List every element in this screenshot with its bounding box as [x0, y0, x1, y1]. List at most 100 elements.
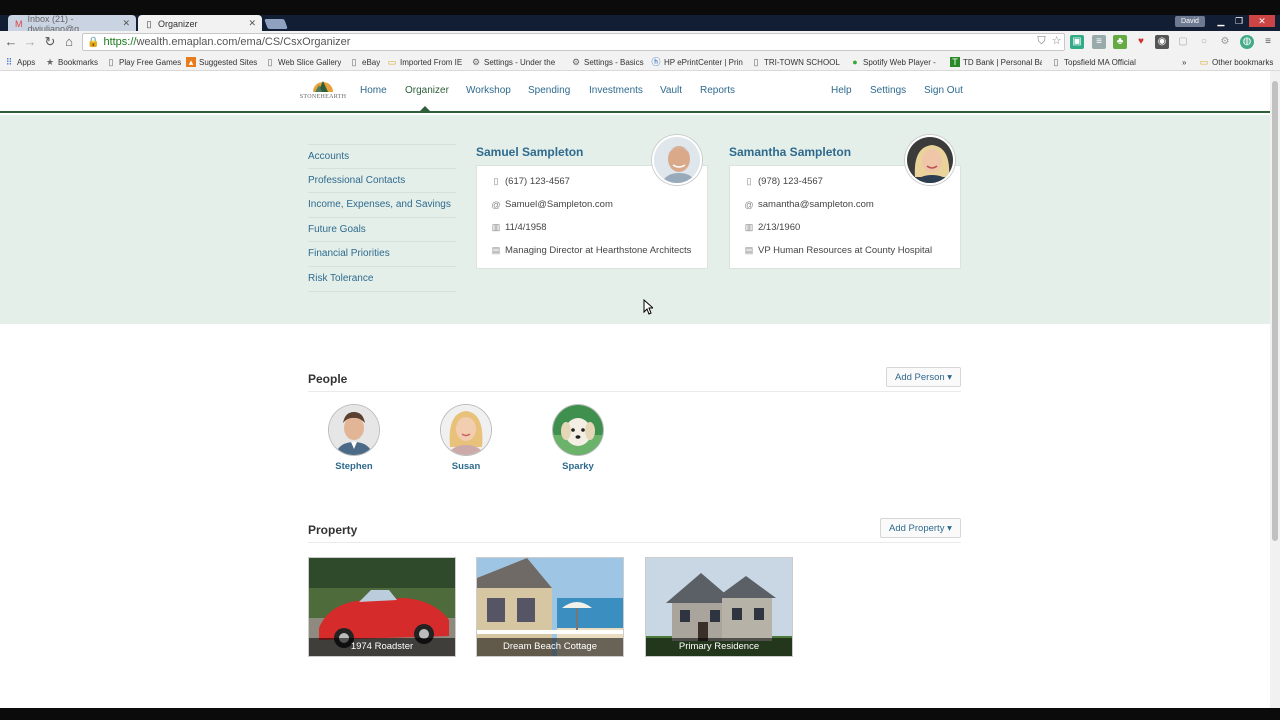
profile-button[interactable]: David: [1175, 16, 1205, 27]
bookmark-other-bookmarks[interactable]: ▭ Other bookmarks: [1199, 55, 1274, 69]
back-icon[interactable]: ←: [3, 34, 19, 50]
extension-icon[interactable]: ≡: [1092, 35, 1106, 49]
nav-workshop[interactable]: Workshop: [466, 85, 511, 96]
property-caption: Dream Beach Cottage: [477, 638, 623, 656]
sunrise-logo-icon: [313, 81, 333, 92]
tree-extension-icon[interactable]: ♣: [1113, 35, 1127, 49]
heart-extension-icon[interactable]: ♥: [1134, 35, 1148, 49]
bookmark-settings-basics[interactable]: ⚙ Settings - Basics: [571, 55, 644, 69]
person-avatar: [441, 405, 491, 455]
bookmark-tri-town-school[interactable]: ▯ TRI-TOWN SCHOOL: [751, 55, 841, 69]
nav-home[interactable]: Home: [360, 85, 387, 96]
nav-organizer[interactable]: Organizer: [405, 85, 449, 96]
person-tile-susan[interactable]: Susan: [431, 405, 501, 472]
caret-down-icon: ▾: [947, 522, 952, 534]
tab-inbox[interactable]: M Inbox (21) - dwjuliano@g ✕: [8, 14, 136, 34]
nav-spending[interactable]: Spending: [528, 85, 570, 96]
bookmark-td-bank[interactable]: T TD Bank | Personal Ba: [950, 55, 1042, 69]
birthday-cake-icon: ▥: [744, 222, 754, 232]
nav-sign-out[interactable]: Sign Out: [924, 85, 963, 96]
camera-extension-icon[interactable]: ▢: [1176, 35, 1190, 49]
minimize-icon[interactable]: ▁: [1211, 15, 1231, 27]
nav-help[interactable]: Help: [831, 85, 852, 96]
extension-icon[interactable]: ◉: [1155, 35, 1169, 49]
tab-organizer[interactable]: ▯ Organizer ✕: [138, 15, 262, 32]
property-tile-beach-cottage[interactable]: Dream Beach Cottage: [476, 557, 624, 657]
folder-icon: ▭: [1199, 57, 1209, 67]
scrollbar-thumb[interactable]: [1272, 81, 1278, 541]
side-menu-financial-priorities[interactable]: Financial Priorities: [308, 242, 456, 267]
bookmark-play-free-games[interactable]: ▯ Play Free Games: [106, 55, 182, 69]
window-titlebar: [0, 0, 1280, 15]
client-occupation: ▤ Managing Director at Hearthstone Archit…: [491, 245, 692, 256]
side-menu-risk-tolerance[interactable]: Risk Tolerance: [308, 267, 456, 292]
browser-toolbar: ← → ↻ ⌂ 🔒 https://wealth.emaplan.com/ema…: [0, 31, 1280, 53]
extension-icon[interactable]: ○: [1197, 35, 1211, 49]
reload-icon[interactable]: ↻: [42, 34, 58, 50]
page-scrollbar[interactable]: [1270, 71, 1280, 708]
hp-icon: ⓗ: [651, 57, 661, 67]
new-tab-button[interactable]: [264, 19, 288, 29]
bookmark-bookmarks[interactable]: ★ Bookmarks: [45, 55, 98, 69]
client-phone: ▯ (617) 123-4567: [491, 176, 570, 187]
bookmark-hp-eprintcenter[interactable]: ⓗ HP ePrintCenter | Prin: [651, 55, 743, 69]
phone-icon: ▯: [746, 176, 752, 186]
bookmark-web-slice-gallery[interactable]: ▯ Web Slice Gallery: [265, 55, 342, 69]
nav-investments[interactable]: Investments: [589, 85, 643, 96]
person-name[interactable]: Susan: [431, 461, 501, 472]
shield-icon[interactable]: ⛉: [1035, 35, 1048, 48]
page-icon: ▯: [108, 57, 114, 67]
address-bar[interactable]: 🔒 https://wealth.emaplan.com/ema/CS/CsxO…: [82, 33, 1065, 51]
extension-icon[interactable]: ▣: [1070, 35, 1084, 49]
bookmark-apps[interactable]: ⠿ Apps: [4, 55, 36, 69]
property-tile-primary-residence[interactable]: Primary Residence: [645, 557, 793, 657]
bookmark-topsfield[interactable]: ▯ Topsfield MA Official: [1051, 55, 1141, 69]
window-close-icon[interactable]: ✕: [1249, 15, 1275, 27]
bookmark-ebay[interactable]: ▯ eBay: [349, 55, 381, 69]
nav-settings[interactable]: Settings: [870, 85, 906, 96]
browser-tabstrip: M Inbox (21) - dwjuliano@g ✕ ▯ Organizer…: [0, 0, 1280, 34]
side-menu-future-goals[interactable]: Future Goals: [308, 218, 456, 243]
extension-icon[interactable]: ⚙: [1218, 35, 1232, 49]
suggested-sites-icon: ▴: [186, 57, 196, 67]
bookmarks-bar: ⠿ Apps ★ Bookmarks ▯ Play Free Games ▴ Sugge…: [0, 53, 1280, 71]
gear-icon: ⚙: [471, 57, 481, 67]
bookmark-imported-from-ie[interactable]: ▭ Imported From IE: [387, 55, 463, 69]
side-menu-professional-contacts[interactable]: Professional Contacts: [308, 169, 456, 194]
client-photo-avatar[interactable]: [652, 135, 702, 185]
tab-title: Organizer: [158, 18, 198, 29]
phone-icon: ▯: [493, 176, 499, 186]
bookmark-settings-under-the[interactable]: ⚙ Settings - Under the: [471, 55, 563, 69]
briefcase-icon: ▤: [491, 245, 501, 255]
bookmark-star-icon[interactable]: ☆: [1050, 35, 1063, 48]
home-icon[interactable]: ⌂: [61, 34, 77, 50]
nav-reports[interactable]: Reports: [700, 85, 735, 96]
client-email: @ samantha@sampleton.com: [744, 199, 874, 210]
forward-icon[interactable]: →: [22, 34, 38, 50]
bookmark-suggested-sites[interactable]: ▴ Suggested Sites: [186, 55, 257, 69]
person-tile-sparky[interactable]: Sparky: [543, 405, 613, 472]
client-photo-avatar[interactable]: [905, 135, 955, 185]
stonehearth-logo[interactable]: STONEHEARTH: [297, 78, 349, 106]
add-property-button[interactable]: Add Property ▾: [880, 518, 961, 538]
bookmark-spotify[interactable]: ● Spotify Web Player -: [850, 55, 940, 69]
nav-vault[interactable]: Vault: [660, 85, 682, 96]
client-name[interactable]: Samantha Sampleton: [729, 145, 851, 159]
close-icon[interactable]: ✕: [248, 18, 256, 29]
side-menu-accounts[interactable]: Accounts: [308, 144, 456, 169]
maximize-icon[interactable]: ❐: [1231, 15, 1247, 27]
side-menu-income-expenses-savings[interactable]: Income, Expenses, and Savings: [308, 193, 456, 218]
property-caption: Primary Residence: [646, 638, 792, 656]
person-name[interactable]: Sparky: [543, 461, 613, 472]
globe-extension-icon[interactable]: ◍: [1240, 35, 1254, 49]
page-icon: ▯: [753, 57, 759, 67]
person-name[interactable]: Stephen: [319, 461, 389, 472]
person-tile-stephen[interactable]: Stephen: [319, 405, 389, 472]
property-tile-roadster[interactable]: 1974 Roadster: [308, 557, 456, 657]
bookmarks-overflow-chevron[interactable]: »: [1182, 55, 1186, 69]
client-name[interactable]: Samuel Sampleton: [476, 145, 583, 159]
add-person-button[interactable]: Add Person ▾: [886, 367, 962, 387]
close-icon[interactable]: ✕: [122, 18, 130, 29]
menu-icon[interactable]: ≡: [1261, 35, 1275, 49]
page-icon: ▯: [146, 18, 152, 29]
